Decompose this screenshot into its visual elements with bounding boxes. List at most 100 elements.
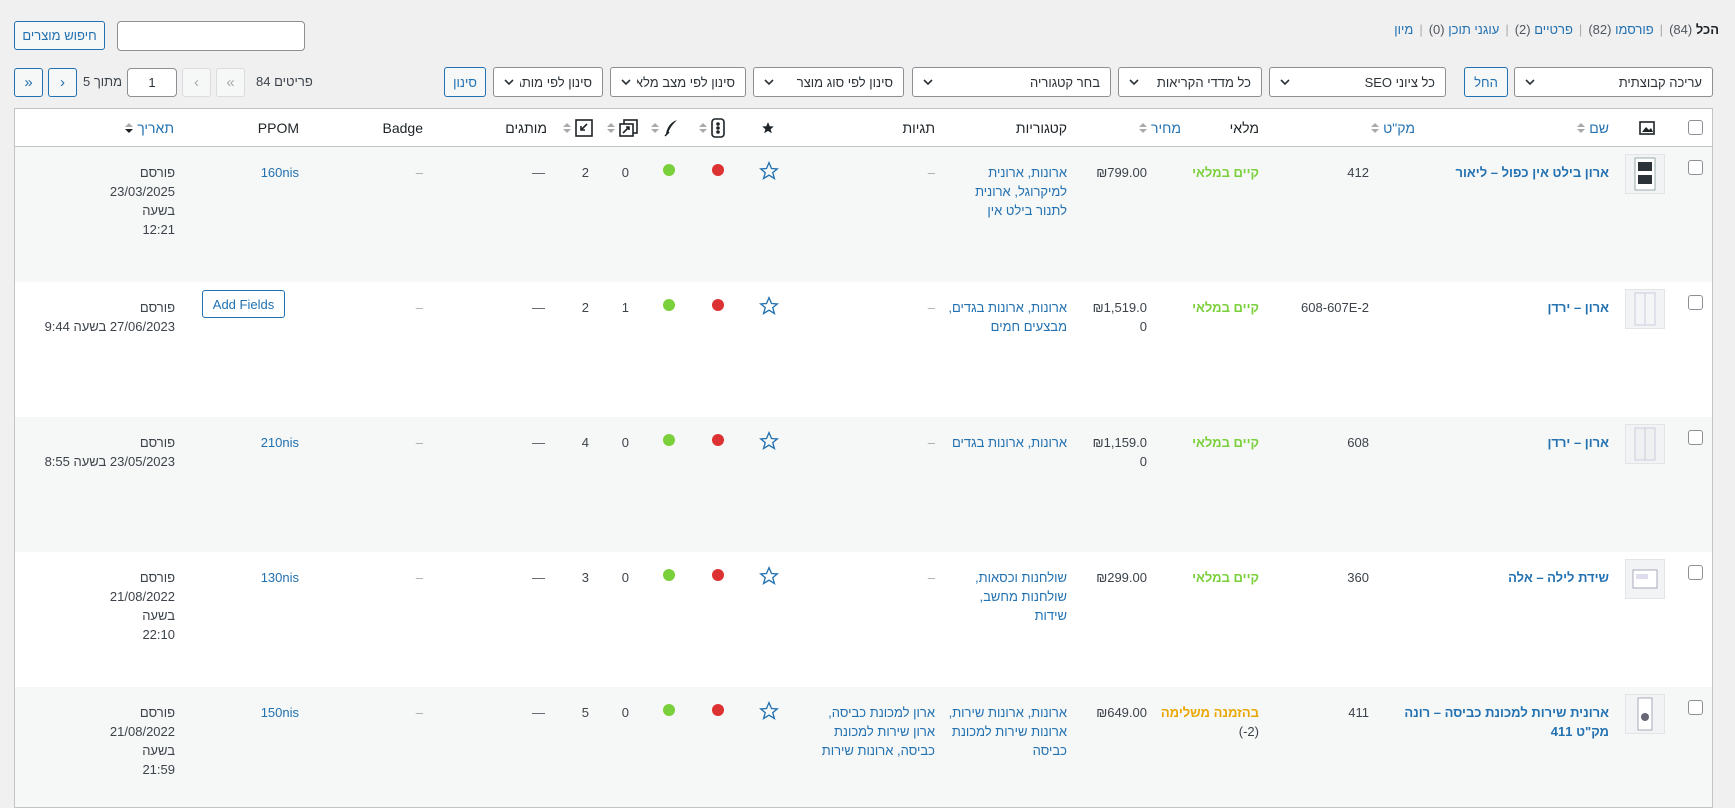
sort-icon	[563, 122, 571, 134]
bulk-actions-select[interactable]: עריכה קבוצתית	[1514, 67, 1713, 97]
product-categories[interactable]: ארונות, ארונית למיקרוגל, ארונית לתנור בילט…	[955, 163, 1067, 220]
product-tags[interactable]: ארון למכונת כביסה, ארון שירות למכונת כביסה…	[805, 703, 935, 760]
last-page-button[interactable]: »	[14, 68, 43, 97]
product-badge: –	[415, 705, 423, 720]
column-badge: Badge	[382, 119, 423, 136]
product-tags: –	[927, 570, 935, 585]
product-price: ₪1,519.0 0	[1092, 300, 1147, 334]
status-filters: הכל (84)|פורסמו (82)|פרטיים (2)|עוגני תו…	[1394, 22, 1719, 37]
product-thumbnail[interactable]	[1625, 694, 1665, 734]
column-name[interactable]: שם	[1435, 109, 1609, 146]
total-pages: מתוך 5	[83, 74, 123, 89]
incoming-links-count: 5	[581, 705, 589, 720]
category-filter[interactable]: בחר קטגוריה	[912, 67, 1111, 97]
stock-status-filter[interactable]: סינון לפי מצב מלאי	[610, 67, 746, 97]
status-published[interactable]: פורסמו (82)	[1588, 22, 1653, 37]
ppom-link[interactable]: 210nis	[235, 433, 299, 452]
product-tags: –	[927, 165, 935, 180]
column-stock: מלאי	[1229, 119, 1259, 136]
product-sku: 608-607E-2	[1301, 300, 1369, 315]
product-type-filter[interactable]: סינון לפי סוג מוצר	[753, 67, 904, 97]
search-input[interactable]	[117, 21, 305, 51]
ppom-link[interactable]: 160nis	[235, 163, 299, 182]
product-name-link[interactable]: ארון בילט אין כפול – ליאור	[1395, 163, 1610, 182]
product-tags: –	[927, 435, 935, 450]
product-thumbnail[interactable]	[1625, 154, 1665, 194]
product-date: פורסם 23/03/2025 בשעה 12:21	[109, 165, 175, 237]
filter-button[interactable]: סינון	[444, 67, 486, 97]
column-internal-links[interactable]	[595, 109, 639, 146]
column-ppom: PPOM	[257, 119, 299, 136]
seo-traffic-light-icon	[711, 117, 725, 138]
product-price: ₪1,159.0 0	[1092, 435, 1147, 469]
readability-dot	[663, 704, 675, 716]
row-checkbox[interactable]	[1688, 700, 1703, 715]
seo-score-filter[interactable]: כל ציוני SEO	[1269, 67, 1446, 97]
column-seo-score[interactable]	[680, 109, 725, 146]
column-sku[interactable]: מק"ט	[1315, 109, 1415, 146]
product-name-link[interactable]: ארון – ירדן	[1395, 433, 1609, 452]
readability-dot	[663, 299, 675, 311]
status-sort[interactable]: מיון	[1394, 22, 1413, 37]
product-thumbnail[interactable]	[1625, 559, 1665, 599]
stock-status: קיים במלאי	[1192, 300, 1259, 315]
product-badge: –	[415, 570, 423, 585]
product-thumbnail[interactable]	[1625, 424, 1665, 464]
readability-filter[interactable]: כל מדדי הקריאות	[1118, 67, 1262, 97]
chevron-down-icon	[504, 79, 514, 86]
featured-star-icon[interactable]	[759, 296, 779, 316]
ppom-link[interactable]: 130nis	[235, 568, 299, 587]
product-categories[interactable]: ארונות, ארונות בגדים	[935, 433, 1067, 452]
featured-star-icon[interactable]	[759, 161, 779, 181]
column-incoming-links[interactable]	[553, 109, 593, 146]
product-categories[interactable]: ארונות, ארונות בגדים, מבצעים חמים	[935, 298, 1067, 336]
first-page-button[interactable]: «	[216, 68, 245, 97]
search-products-button[interactable]: חיפוש מוצרים	[14, 21, 105, 50]
table-row: שידת לילה – אלה 360 קיים במלאי ₪299.00 ש…	[15, 552, 1712, 687]
sort-icon	[651, 122, 659, 134]
table-header: שם מק"ט מלאי מחיר קטגוריות תגיות מותגים …	[15, 109, 1712, 147]
product-badge: –	[415, 435, 423, 450]
product-badge: –	[415, 300, 423, 315]
product-name-link[interactable]: ארונית שירות למכונת כביסה – רונה מק"ט 411	[1395, 703, 1609, 741]
row-checkbox[interactable]	[1688, 430, 1703, 445]
column-readability[interactable]	[639, 109, 679, 146]
chevron-down-icon	[1525, 79, 1535, 86]
outgoing-links-count: 0	[621, 570, 629, 585]
product-categories[interactable]: ארונות, ארונות שירות, ארונות שירות למכונת…	[935, 703, 1067, 760]
product-categories[interactable]: שולחנות וכסאות, שולחנות מחשב, שידות	[955, 568, 1067, 625]
featured-star-icon[interactable]	[759, 431, 779, 451]
product-name-link[interactable]: שידת לילה – אלה	[1395, 568, 1609, 587]
products-table: שם מק"ט מלאי מחיר קטגוריות תגיות מותגים …	[14, 108, 1713, 808]
column-tags: תגיות	[902, 119, 935, 136]
featured-star-icon[interactable]	[759, 566, 779, 586]
incoming-links-icon	[575, 118, 593, 137]
outgoing-links-count: 0	[621, 705, 629, 720]
incoming-links-count: 4	[581, 435, 589, 450]
brand-filter[interactable]: סינון לפי מותג	[493, 67, 603, 97]
row-checkbox[interactable]	[1688, 295, 1703, 310]
status-cornerstone[interactable]: עוגני תוכן (0)	[1429, 22, 1500, 37]
select-all-checkbox[interactable]	[1688, 120, 1703, 135]
column-date[interactable]: תאריך	[55, 109, 174, 146]
image-column-icon	[1635, 109, 1659, 146]
product-name-link[interactable]: ארון – ירדן	[1395, 298, 1609, 317]
next-page-button[interactable]: ›	[48, 68, 77, 97]
prev-page-button[interactable]: ‹	[182, 68, 211, 97]
row-checkbox[interactable]	[1688, 565, 1703, 580]
product-sku: 411	[1348, 705, 1369, 720]
column-price[interactable]: מחיר	[1095, 109, 1181, 146]
seo-score-dot	[712, 569, 724, 581]
readability-quill-icon	[664, 119, 677, 137]
product-brands: —	[532, 570, 545, 585]
featured-star-icon[interactable]	[759, 701, 779, 721]
apply-button[interactable]: החל	[1464, 67, 1508, 97]
product-thumbnail[interactable]	[1625, 289, 1665, 329]
seo-score-dot	[712, 434, 724, 446]
current-page-input[interactable]	[127, 68, 177, 97]
add-fields-button[interactable]: Add Fields	[202, 290, 285, 318]
ppom-link[interactable]: 150nis	[235, 703, 299, 722]
row-checkbox[interactable]	[1688, 160, 1703, 175]
status-all[interactable]: הכל (84)	[1669, 22, 1719, 37]
status-private[interactable]: פרטיים (2)	[1515, 22, 1573, 37]
